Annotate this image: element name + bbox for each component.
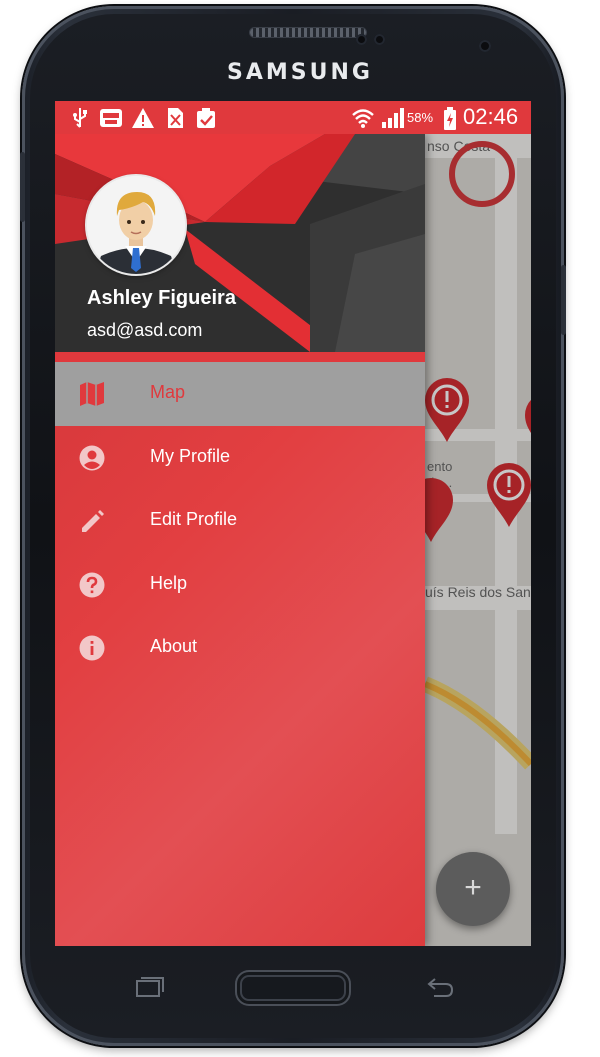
brand-logo: SAMSUNG xyxy=(227,60,373,85)
home-button[interactable] xyxy=(235,970,351,1006)
info-circle-icon xyxy=(79,635,105,661)
battery-charging-icon xyxy=(444,107,456,130)
earpiece-speaker xyxy=(250,28,366,37)
power-button xyxy=(561,265,566,335)
status-clock: 02:46 xyxy=(463,104,519,129)
recent-apps-icon[interactable] xyxy=(135,976,165,998)
drawer-menu: Map My Profile Edit Profile Help About xyxy=(55,362,425,680)
add-button[interactable]: + xyxy=(436,852,510,926)
back-icon[interactable] xyxy=(424,976,454,998)
menu-item-label: Edit Profile xyxy=(150,509,238,529)
menu-item-about[interactable]: About xyxy=(55,616,425,680)
clipboard-check-icon xyxy=(197,108,215,128)
navigation-drawer: Ashley Figueira asd@asd.com Map My Profi… xyxy=(55,134,425,946)
app-notification-icon xyxy=(100,109,122,127)
map-icon xyxy=(80,382,104,406)
wifi-icon xyxy=(352,109,374,128)
volume-button xyxy=(20,152,25,222)
account-circle-icon xyxy=(79,445,105,470)
light-sensor xyxy=(374,34,385,45)
menu-item-map[interactable]: Map xyxy=(55,362,425,426)
menu-item-help[interactable]: Help xyxy=(55,553,425,617)
avatar[interactable] xyxy=(87,176,185,274)
menu-item-my-profile[interactable]: My Profile xyxy=(55,426,425,490)
signal-icon xyxy=(382,108,404,128)
menu-item-label: Map xyxy=(150,382,186,402)
menu-item-label: About xyxy=(150,636,198,656)
user-avatar-icon xyxy=(87,176,185,274)
front-camera xyxy=(479,40,491,52)
menu-item-label: Help xyxy=(150,572,188,593)
user-name: Ashley Figueira xyxy=(87,287,236,309)
battery-percentage: 58% xyxy=(407,110,434,125)
screen: 58% 02:46 nso Costa ento ria... uís Reis… xyxy=(55,101,531,946)
warning-icon xyxy=(132,108,154,128)
menu-item-edit-profile[interactable]: Edit Profile xyxy=(55,489,425,553)
usb-icon xyxy=(73,108,87,128)
menu-item-label: My Profile xyxy=(150,445,231,466)
status-bar: 58% 02:46 xyxy=(55,101,531,134)
no-sim-icon xyxy=(168,108,183,128)
proximity-sensor xyxy=(356,34,367,45)
drawer-header: Ashley Figueira asd@asd.com xyxy=(55,134,425,352)
header-divider xyxy=(55,352,425,362)
help-circle-icon xyxy=(79,572,105,597)
pencil-icon xyxy=(82,510,104,532)
user-email: asd@asd.com xyxy=(87,320,203,340)
